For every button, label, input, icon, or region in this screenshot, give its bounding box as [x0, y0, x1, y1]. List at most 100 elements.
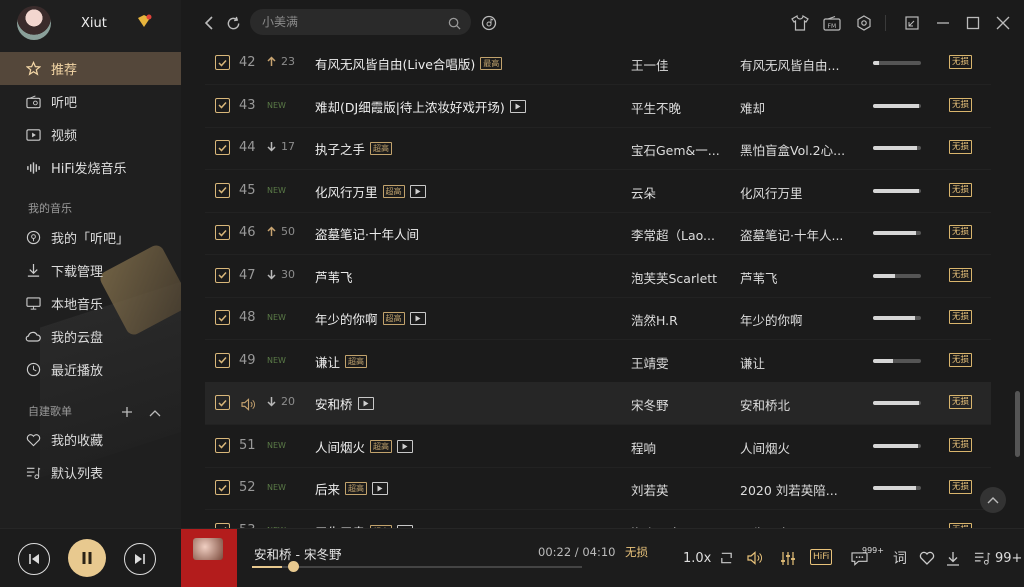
- song-album[interactable]: 2020 刘若英陪...: [740, 480, 838, 499]
- song-album[interactable]: 黑怕盲盒Vol.2心...: [740, 140, 845, 159]
- song-row[interactable]: 45 NEW 化风行万里 超高 云朵 化风行万里 无损: [205, 170, 991, 213]
- song-title-text[interactable]: 有风无风皆自由(Live合唱版): [315, 54, 475, 73]
- lossless-badge[interactable]: 无损: [949, 55, 973, 69]
- equalizer-icon[interactable]: [780, 550, 796, 566]
- song-title-text[interactable]: 执子之手: [315, 139, 365, 158]
- search-icon[interactable]: [448, 15, 461, 34]
- sidebar-item-favorites[interactable]: 我的收藏: [0, 423, 181, 456]
- song-album[interactable]: 年少的你啊: [740, 310, 803, 329]
- scrollbar[interactable]: [1015, 391, 1020, 457]
- minimize-icon[interactable]: [933, 13, 953, 33]
- mv-play-icon[interactable]: [409, 312, 426, 325]
- sidebar-item-default-list[interactable]: 默认列表: [0, 456, 181, 489]
- song-checkbox[interactable]: [215, 480, 230, 495]
- song-title-text[interactable]: 化风行万里: [315, 182, 378, 201]
- song-row[interactable]: 53NEW三生三幸超高海来阿木三生三幸无损: [205, 510, 991, 528]
- mv-play-icon[interactable]: [372, 482, 389, 495]
- song-artist[interactable]: 泡芙芙Scarlett: [631, 268, 717, 287]
- sidebar-item-video[interactable]: 视频: [0, 118, 181, 151]
- user-name[interactable]: Xiut: [81, 16, 107, 31]
- mini-mode-icon[interactable]: [902, 13, 922, 33]
- song-artist[interactable]: 李常超（Lao...: [631, 225, 715, 244]
- song-checkbox[interactable]: [215, 225, 230, 240]
- lyrics-button[interactable]: 词: [893, 550, 907, 567]
- fm-radio-icon[interactable]: FM: [822, 13, 842, 33]
- song-checkbox[interactable]: [215, 437, 230, 453]
- song-artist[interactable]: 云朵: [631, 183, 656, 202]
- song-title[interactable]: 谦让 超高: [315, 352, 368, 371]
- search-box[interactable]: [250, 9, 471, 35]
- lossless-badge[interactable]: 无损: [949, 352, 973, 367]
- song-album[interactable]: 难却: [740, 98, 765, 117]
- lossless-badge[interactable]: 无损: [949, 437, 973, 452]
- song-album[interactable]: 芦苇飞: [740, 268, 778, 287]
- song-title-text[interactable]: 安和桥: [315, 394, 353, 413]
- sidebar-item-local-music[interactable]: 本地音乐: [0, 287, 181, 320]
- speed-button[interactable]: 1.0x: [683, 551, 711, 566]
- song-title-text[interactable]: 盗墓笔记·十年人间: [315, 224, 419, 243]
- song-title-text[interactable]: 后来: [315, 479, 340, 498]
- song-row[interactable]: 48 NEW 年少的你啊 超高 浩然H.R 年少的你啊 无损: [205, 297, 991, 340]
- song-album[interactable]: 有风无风皆自由...: [740, 55, 839, 74]
- lossless-badge[interactable]: 无损: [949, 267, 973, 282]
- sidebar-item-hifi[interactable]: HiFi发烧音乐: [0, 151, 181, 184]
- song-row[interactable]: 43 NEW 难却(DJ细霞版|待上浓妆好戏开场) 平生不晚 难却 无损: [205, 85, 991, 128]
- song-artist[interactable]: 王一佳: [631, 55, 669, 74]
- vip-badge-icon[interactable]: [136, 14, 152, 28]
- song-row[interactable]: 42 23 有风无风皆自由(Live合唱版) 最高 王一佳 有风无风皆自由... 无损: [205, 42, 991, 85]
- song-title[interactable]: 人间烟火 超高: [315, 437, 414, 456]
- back-icon[interactable]: [199, 13, 219, 33]
- album-cover[interactable]: [181, 529, 237, 587]
- song-row[interactable]: 49 NEW 谦让 超高 王靖雯 谦让 无损: [205, 340, 991, 383]
- song-artist[interactable]: 王靖雯: [631, 353, 669, 372]
- song-album[interactable]: 谦让: [740, 353, 765, 372]
- song-title-text[interactable]: 人间烟火: [315, 437, 365, 456]
- song-checkbox[interactable]: [215, 55, 230, 70]
- skin-icon[interactable]: [790, 13, 810, 33]
- song-title[interactable]: 盗墓笔记·十年人间: [315, 224, 419, 243]
- mv-play-icon[interactable]: [409, 184, 426, 198]
- search-input[interactable]: [260, 14, 444, 30]
- lossless-badge[interactable]: 无损: [949, 140, 973, 154]
- song-title-text[interactable]: 芦苇飞: [315, 267, 353, 286]
- song-title[interactable]: 执子之手 超高: [315, 139, 393, 158]
- song-title[interactable]: 有风无风皆自由(Live合唱版) 最高: [315, 54, 503, 73]
- song-album[interactable]: 安和桥北: [740, 395, 790, 414]
- song-checkbox[interactable]: [215, 140, 230, 155]
- sidebar-item-downloads[interactable]: 下载管理: [0, 254, 181, 287]
- song-artist[interactable]: 刘若英: [631, 480, 669, 499]
- lossless-badge[interactable]: 无损: [949, 225, 973, 239]
- song-row[interactable]: 52 NEW 后来 超高 刘若英 2020 刘若英陪... 无损: [205, 467, 991, 510]
- sidebar-item-cloud[interactable]: 我的云盘: [0, 320, 181, 353]
- progress-bar[interactable]: [252, 566, 582, 568]
- hifi-button[interactable]: HiFi: [810, 549, 833, 565]
- settings-icon[interactable]: [854, 13, 874, 33]
- song-album[interactable]: 化风行万里: [740, 183, 803, 202]
- mv-play-icon[interactable]: [397, 439, 414, 453]
- close-icon[interactable]: [993, 13, 1013, 33]
- sidebar-item-tingba[interactable]: 听吧: [0, 85, 181, 118]
- lossless-badge[interactable]: 无损: [949, 310, 973, 324]
- back-to-top-button[interactable]: [980, 487, 1006, 513]
- song-artist[interactable]: 宋冬野: [631, 395, 669, 414]
- sidebar-item-recent[interactable]: 最近播放: [0, 353, 181, 386]
- song-title-text[interactable]: 难却(DJ细霞版|待上浓妆好戏开场): [315, 97, 505, 116]
- song-title[interactable]: 难却(DJ细霞版|待上浓妆好戏开场): [315, 97, 526, 116]
- listen-recognize-icon[interactable]: [479, 13, 499, 33]
- song-row[interactable]: 47 30 芦苇飞 泡芙芙Scarlett 芦苇飞 无损: [205, 255, 991, 298]
- song-artist[interactable]: 宝石Gem&一...: [631, 140, 720, 159]
- sidebar-item-my-tingba[interactable]: 我的「听吧」: [0, 221, 181, 254]
- song-checkbox[interactable]: [215, 395, 230, 410]
- avatar[interactable]: [17, 6, 51, 40]
- song-checkbox[interactable]: [215, 97, 230, 113]
- song-artist[interactable]: 浩然H.R: [631, 310, 678, 329]
- song-artist[interactable]: 程响: [631, 438, 656, 457]
- refresh-icon[interactable]: [223, 13, 243, 33]
- loop-mode-icon[interactable]: [719, 550, 734, 566]
- add-playlist-icon[interactable]: [121, 403, 133, 417]
- quality-selector[interactable]: 无损: [625, 544, 648, 560]
- song-title[interactable]: 后来 超高: [315, 479, 389, 498]
- now-playing-title[interactable]: 安和桥 - 宋冬野: [254, 544, 341, 563]
- mv-play-icon[interactable]: [357, 397, 374, 410]
- song-title[interactable]: 安和桥: [315, 394, 374, 413]
